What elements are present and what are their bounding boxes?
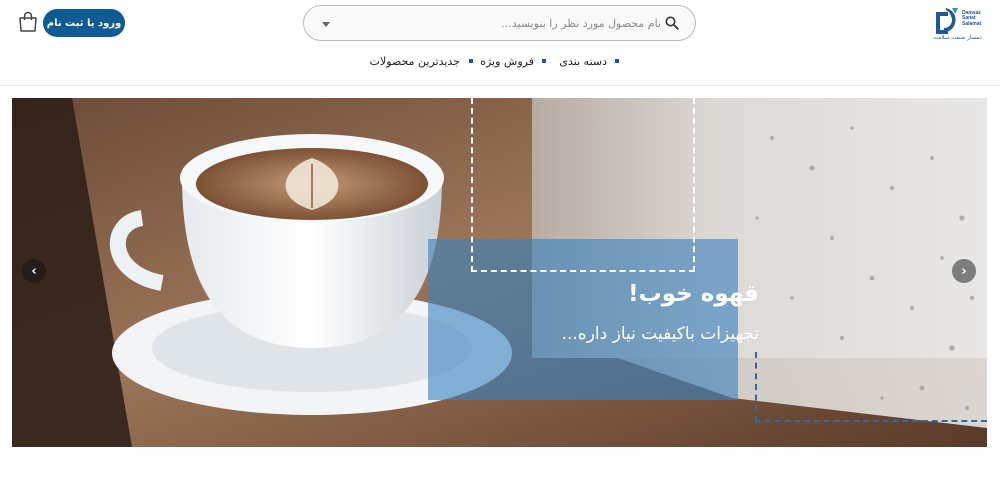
login-register-button[interactable]: ورود یا ثبت نام — [43, 9, 125, 37]
category-dropdown-icon[interactable] — [322, 22, 330, 27]
nav-bullet — [469, 59, 473, 63]
nav-item-newest-products[interactable]: جدیدترین محصولات — [370, 50, 460, 72]
nav-bullet — [615, 59, 619, 63]
nav-item-special-sale[interactable]: فروش ویژه — [480, 50, 534, 72]
logo-wordmark: Damsaz Sanat Salamat — [962, 10, 982, 27]
search-input[interactable] — [341, 13, 661, 33]
slide-headline: قهوه خوب! — [628, 281, 759, 307]
decorative-frame — [471, 98, 695, 272]
logo-mark-icon — [936, 8, 958, 34]
hero-slider[interactable]: قهوه خوب! تجهیزات باکیفیت نیاز داره... — [12, 98, 987, 447]
nav-item-categories[interactable]: دسته بندی — [559, 50, 607, 72]
decorative-frame — [755, 352, 987, 422]
slide-subline: تجهیزات باکیفیت نیاز داره... — [561, 324, 759, 344]
chevron-left-icon[interactable]: ‹ — [22, 259, 46, 283]
site-header: Damsaz Sanat Salamat دمساز صنعت سلامت ور… — [0, 0, 1000, 86]
search-bar[interactable] — [303, 5, 696, 41]
nav-bullet — [542, 59, 546, 63]
search-icon[interactable] — [665, 16, 679, 30]
shopping-bag-icon[interactable] — [17, 11, 39, 33]
brand-logo[interactable]: Damsaz Sanat Salamat دمساز صنعت سلامت — [930, 4, 990, 44]
main-nav: دسته بندی فروش ویژه جدیدترین محصولات — [0, 50, 1000, 72]
chevron-right-icon[interactable]: › — [952, 259, 976, 283]
logo-subtitle: دمساز صنعت سلامت — [933, 35, 982, 41]
